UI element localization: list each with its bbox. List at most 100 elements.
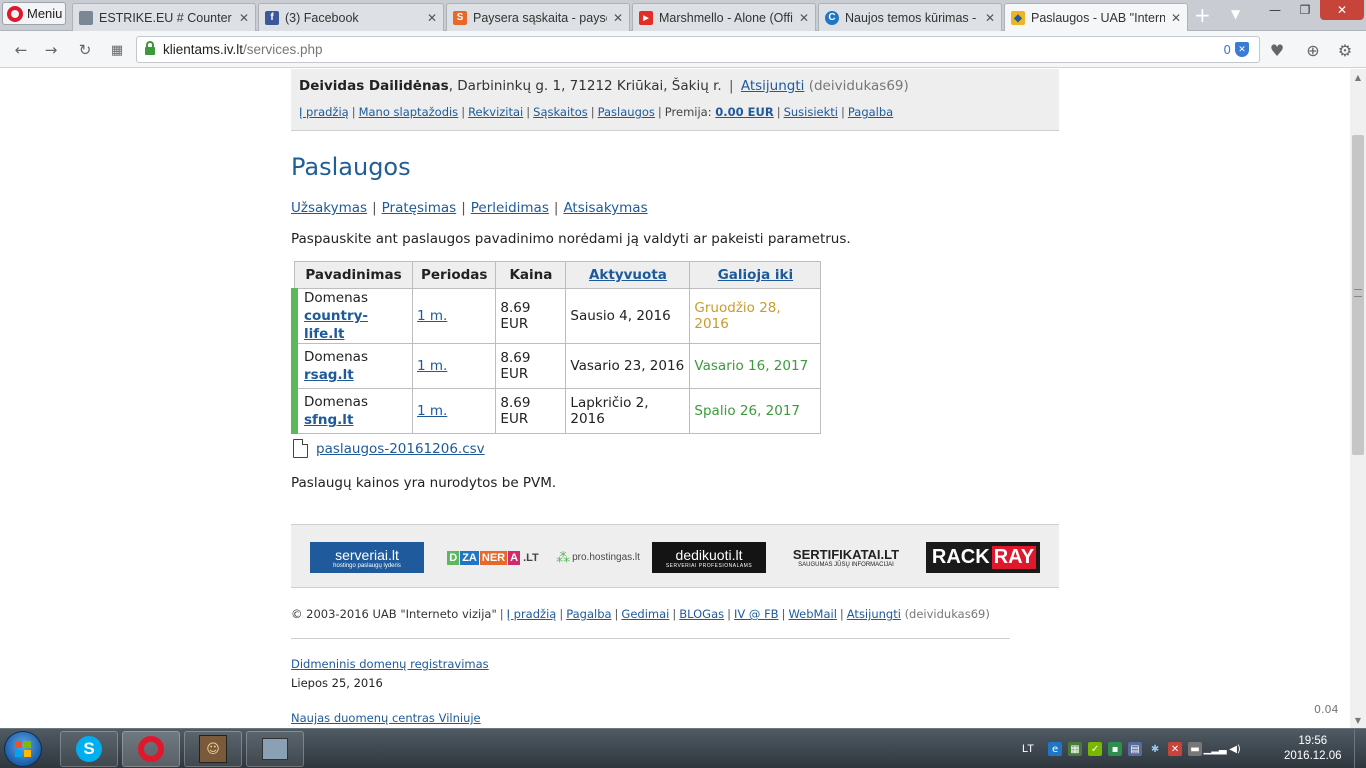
header-activated[interactable]: Aktyvuota <box>565 261 691 289</box>
page-scrollbar[interactable]: ▲ ▼ <box>1350 69 1366 728</box>
footer-login: (deividukas69) <box>904 607 990 621</box>
signal-bars-icon[interactable]: ▁▂▃ <box>1204 742 1227 756</box>
nav-services-link[interactable]: Paslaugos <box>598 105 655 119</box>
nav-requisites-link[interactable]: Rekvizitai <box>468 105 523 119</box>
cancel-link[interactable]: Atsisakymas <box>563 200 647 216</box>
price-cell: 8.69 EUR <box>495 388 567 434</box>
nav-home-link[interactable]: Į pradžią <box>299 105 349 119</box>
footer-home-link[interactable]: Į pradžią <box>507 607 557 621</box>
bluetooth-icon[interactable]: ✱ <box>1148 742 1162 756</box>
opera-icon <box>138 736 164 762</box>
taskbar-opera[interactable] <box>122 731 180 767</box>
period-link[interactable]: 1 m. <box>417 308 447 324</box>
tray-app-icon[interactable]: ▦ <box>1068 742 1083 756</box>
sort-activated-link[interactable]: Aktyvuota <box>589 267 667 283</box>
minimize-icon[interactable]: — <box>1260 0 1290 20</box>
scroll-up-icon[interactable]: ▲ <box>1350 69 1366 85</box>
tray-app-icon[interactable]: ▪ <box>1108 742 1123 756</box>
speed-dial-grid-icon[interactable]: ▦ <box>106 39 128 61</box>
safely-remove-icon[interactable]: ▬ <box>1188 742 1203 756</box>
dedikuoti-logo[interactable]: dedikuoti.lt SERVERIAI PROFESIONALAMS <box>652 542 766 573</box>
back-arrow-icon[interactable]: ← <box>10 39 32 61</box>
tray-warning-icon[interactable]: ✕ <box>1168 742 1183 756</box>
start-button[interactable] <box>4 731 42 767</box>
windows-logo-icon <box>15 741 31 757</box>
adblock-badge[interactable]: 0 ✕ <box>1223 42 1249 57</box>
close-icon[interactable]: ✕ <box>799 11 809 25</box>
sort-valid-link[interactable]: Galioja iki <box>718 267 793 283</box>
taskbar-skype[interactable]: S <box>60 731 118 767</box>
tab-facebook[interactable]: f (3) Facebook ✕ <box>258 3 444 31</box>
close-icon[interactable]: ✕ <box>239 11 249 25</box>
download-icon[interactable]: ⊕ <box>1302 39 1324 61</box>
domain-link[interactable]: rsag.lt <box>304 367 354 383</box>
news-link[interactable]: Didmeninis domenų registravimas <box>291 657 489 671</box>
period-link[interactable]: 1 m. <box>417 358 447 374</box>
domain-link[interactable]: sfng.lt <box>304 412 353 428</box>
footer-help-link[interactable]: Pagalba <box>566 607 611 621</box>
news-link[interactable]: Naujas duomenų centras Vilniuje <box>291 711 481 725</box>
address-toolbar: ← → ↻ ▦ klientams.iv.lt/services.php 0 ✕… <box>0 31 1366 68</box>
iv-icon: ◆ <box>1011 11 1025 25</box>
opera-menu-button[interactable]: Meniu <box>2 2 66 25</box>
maximize-icon[interactable]: ❐ <box>1290 0 1320 20</box>
paysera-icon: S <box>453 10 467 25</box>
close-icon[interactable]: ✕ <box>1171 11 1181 25</box>
tab-estrike[interactable]: ESTRIKE.EU # Counter Strike ✕ <box>72 3 256 31</box>
period-link[interactable]: 1 m. <box>417 403 447 419</box>
window-close-icon[interactable]: ✕ <box>1320 0 1364 20</box>
show-desktop-button[interactable] <box>1354 729 1366 768</box>
close-icon[interactable]: ✕ <box>613 11 623 25</box>
settings-icon[interactable]: ⚙ <box>1334 39 1356 61</box>
transfer-link[interactable]: Perleidimas <box>471 200 549 216</box>
close-icon[interactable]: ✕ <box>985 11 995 25</box>
table-row: Domenas sfng.lt 1 m. 8.69 EUR Lapkričio 2… <box>291 388 822 434</box>
dzanera-logo[interactable]: D ZA NER A .LT <box>445 542 543 573</box>
nav-invoices-link[interactable]: Sąskaitos <box>533 105 588 119</box>
tray-app-icon[interactable]: ▤ <box>1128 742 1143 756</box>
tab-youtube[interactable]: ▶ Marshmello - Alone (Official ✕ <box>632 3 816 31</box>
domain-link[interactable]: country-life.lt <box>304 308 368 342</box>
tray-app-icon[interactable]: ✓ <box>1088 742 1103 756</box>
nav-password-link[interactable]: Mano slaptažodis <box>359 105 459 119</box>
footer-webmail-link[interactable]: WebMail <box>788 607 836 621</box>
scroll-down-icon[interactable]: ▼ <box>1350 712 1366 728</box>
header-valid[interactable]: Galioja iki <box>689 261 822 289</box>
taskbar-network-app[interactable] <box>246 731 304 767</box>
shield-icon: ✕ <box>1235 42 1249 57</box>
order-link[interactable]: Užsakymas <box>291 200 367 216</box>
logout-link[interactable]: Atsijungti <box>741 78 805 94</box>
serveriai-logo[interactable]: serveriai.lt hostingo paslaugų lyderis <box>310 542 424 573</box>
new-tab-icon[interactable]: + <box>1194 5 1211 25</box>
tab-paslaugos[interactable]: ◆ Paslaugos - UAB "Interneto ✕ <box>1004 3 1188 32</box>
nav-contact-link[interactable]: Susisiekti <box>784 105 838 119</box>
footer-outages-link[interactable]: Gedimai <box>621 607 669 621</box>
service-type: Domenas <box>304 394 368 410</box>
tray-app-icon[interactable]: e <box>1048 742 1063 756</box>
rackray-logo[interactable]: RACK RAY <box>926 542 1040 573</box>
sertifikatai-logo[interactable]: SERTIFIKATAI.LT SAUGUMAS JŪSŲ INFORMACIJ… <box>791 542 901 573</box>
url-bar[interactable]: klientams.iv.lt/services.php 0 ✕ <box>136 36 1260 63</box>
renew-link[interactable]: Pratęsimas <box>382 200 457 216</box>
taskbar-clock[interactable]: 19:56 2016.12.06 <box>1284 734 1342 764</box>
tab-menu-chevron-icon[interactable]: ▼ <box>1231 7 1240 21</box>
service-actions: Užsakymas | Pratęsimas | Perleidimas | Atsisak… <box>291 200 648 216</box>
prohostingas-logo[interactable]: ⁂ pro.hostingas.lt <box>556 542 640 573</box>
csv-download-link[interactable]: paslaugos-20161206.csv <box>316 441 485 457</box>
footer-facebook-link[interactable]: IV @ FB <box>734 607 779 621</box>
volume-icon[interactable]: ◀) <box>1228 742 1242 756</box>
nav-help-link[interactable]: Pagalba <box>848 105 893 119</box>
page-title: Paslaugos <box>291 153 411 181</box>
close-icon[interactable]: ✕ <box>427 11 437 25</box>
tab-paysera[interactable]: S Paysera sąskaita - paysera ✕ <box>446 3 630 31</box>
taskbar-game[interactable]: ☺ <box>184 731 242 767</box>
bonus-value-link[interactable]: 0.00 EUR <box>715 105 773 119</box>
tab-forum[interactable]: C Naujos temos kūrimas - Sk ✕ <box>818 3 1002 31</box>
language-indicator[interactable]: LT <box>1022 743 1034 755</box>
heart-icon[interactable]: ♥ <box>1266 39 1288 61</box>
footer-blog-link[interactable]: BLOGas <box>679 607 724 621</box>
forward-arrow-icon[interactable]: → <box>40 39 62 61</box>
reload-icon[interactable]: ↻ <box>74 39 96 61</box>
footer-logout-link[interactable]: Atsijungti <box>847 607 901 621</box>
user-address: , Darbininkų g. 1, 71212 Kriūkai, Šakių … <box>448 78 722 94</box>
